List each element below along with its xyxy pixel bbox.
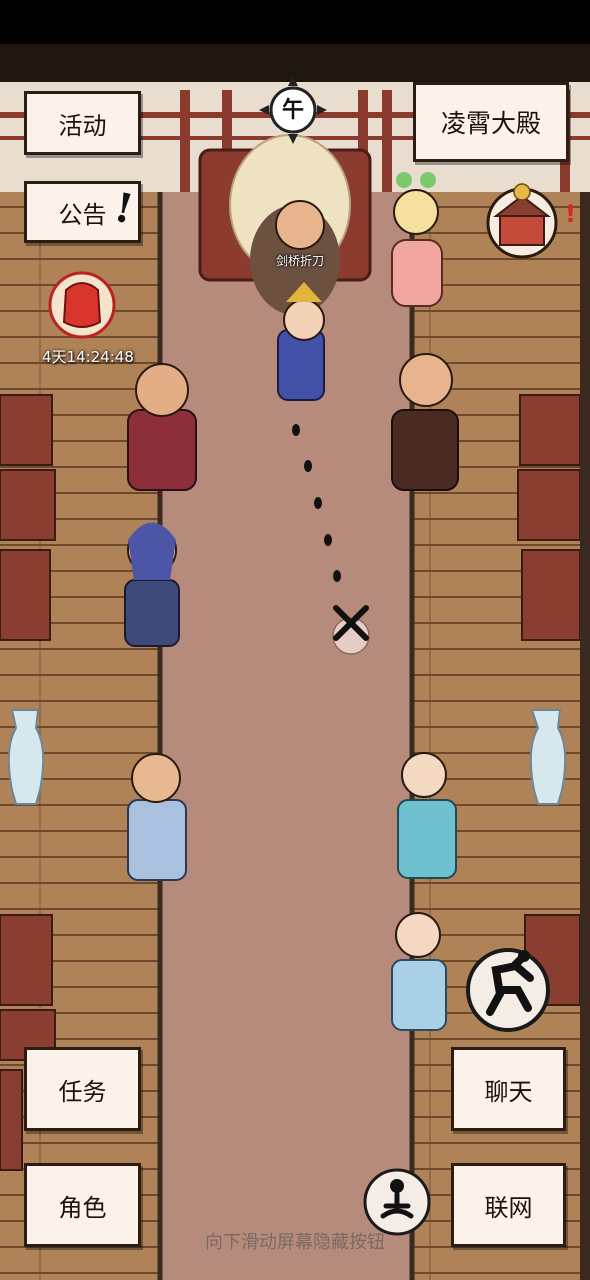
- red-bag-icon: [48, 271, 116, 339]
- npc-blue-hair: [124, 522, 180, 647]
- meditate-icon: [363, 1168, 431, 1236]
- character-name-label: 剑桥折刀: [275, 254, 324, 268]
- event-timer: 4天14:24:48: [42, 348, 134, 366]
- chat-button[interactable]: 聊天: [451, 1047, 566, 1131]
- task-button[interactable]: 任务: [24, 1047, 141, 1131]
- hint-text: 向下滑动屏幕隐藏按钮: [205, 1232, 385, 1253]
- activity-button[interactable]: 活动: [24, 91, 141, 155]
- npc-girl-blue: [391, 912, 447, 1031]
- svg-text:!: !: [565, 200, 576, 228]
- npc-scarf-man: [127, 753, 187, 881]
- location-button[interactable]: 凌霄大殿: [413, 82, 569, 162]
- time-of-day-label: 午: [281, 97, 304, 123]
- npc-bearded-general: [127, 363, 197, 491]
- run-icon: [466, 948, 550, 1032]
- npc-swordsman-right: [391, 353, 459, 491]
